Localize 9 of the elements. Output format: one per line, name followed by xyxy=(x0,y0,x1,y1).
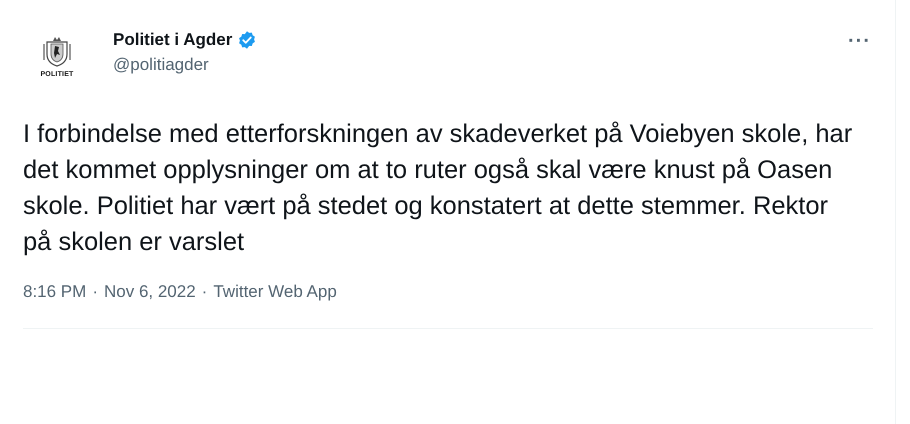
tweet-text: I forbindelse med etterforskningen av skadeverket på Voiebyen skole, har det kommet opplysninger om at to ruter også skal være knust på Oasen skole. Politiet har vært på stedet og konstatert at dette stemmer. Rektor på skolen er varslet xyxy=(23,119,853,258)
more-options-button[interactable]: ··· xyxy=(848,30,871,53)
tweet-time[interactable]: 8:16 PM xyxy=(23,282,86,302)
tweet-source: Twitter Web App xyxy=(213,282,337,302)
author-handle[interactable]: @politiagder xyxy=(113,55,258,75)
separator-dot: · xyxy=(92,282,98,302)
author-name[interactable]: Politiet i Agder xyxy=(113,30,232,50)
separator-dot: · xyxy=(202,282,208,302)
tweet-date[interactable]: Nov 6, 2022 xyxy=(104,282,196,302)
